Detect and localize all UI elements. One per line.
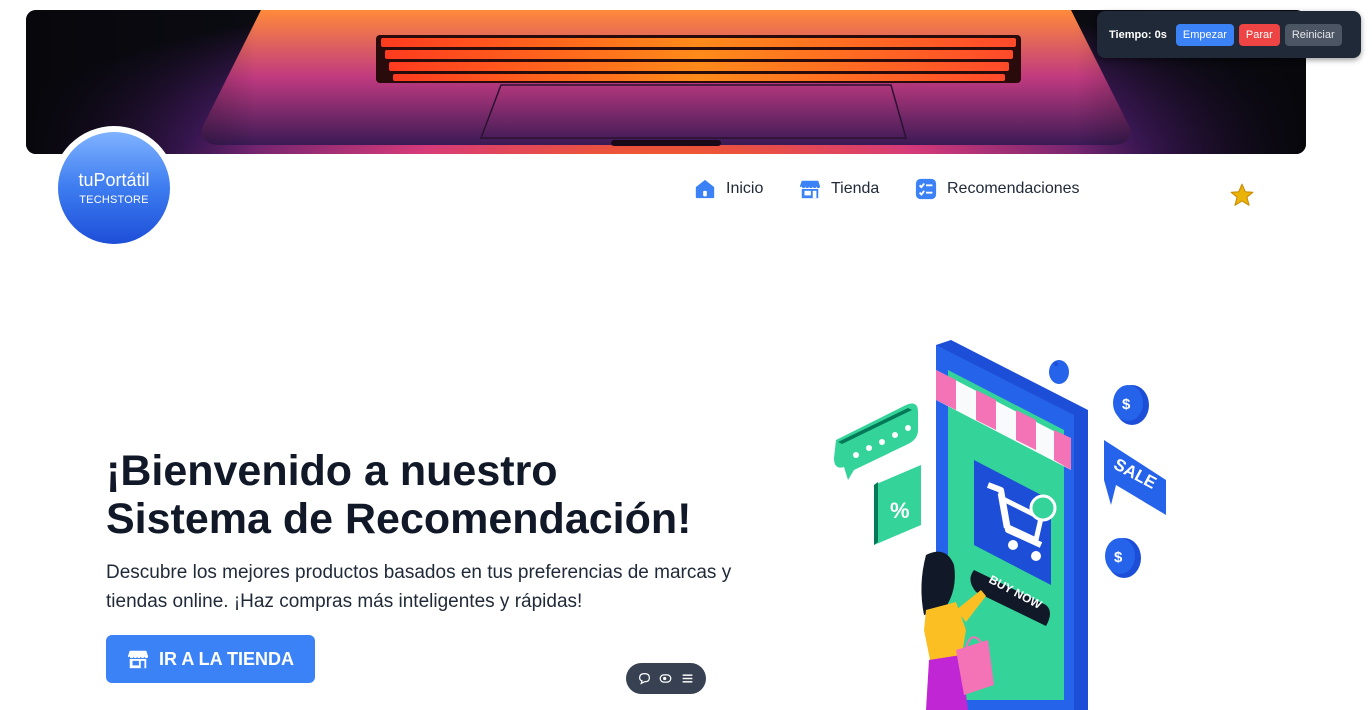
nav-item-tienda[interactable]: Tienda — [799, 178, 879, 200]
timer-widget: Tiempo: 0s Empezar Parar Reiniciar — [1097, 11, 1361, 58]
nav-item-inicio[interactable]: Inicio — [694, 178, 763, 200]
comment-icon[interactable] — [638, 672, 651, 685]
star-icon[interactable] — [1229, 182, 1255, 208]
logo-tagline: TECHSTORE — [79, 194, 149, 206]
dollar-text: $ — [1114, 549, 1123, 566]
nav-item-label: Tienda — [831, 180, 880, 197]
nav-item-label: Recomendaciones — [947, 180, 1080, 197]
title-line-2: Sistema de Recomendación! — [106, 495, 692, 543]
shopping-illustration: BUY NOW % SALE $ $ — [834, 340, 1166, 710]
timer-stop-button[interactable]: Parar — [1238, 23, 1280, 46]
menu-icon[interactable] — [681, 672, 694, 685]
subtitle-line-2: tiendas online. ¡Haz compras más intelig… — [106, 591, 583, 612]
timer-label: Tiempo: 0s — [1109, 28, 1167, 41]
store-icon — [127, 650, 149, 669]
checklist-icon — [915, 178, 937, 200]
eye-icon[interactable] — [659, 672, 672, 685]
page-title: ¡Bienvenido a nuestro Sistema de Recomen… — [106, 447, 806, 543]
nav-item-label: Inicio — [726, 180, 764, 197]
store-icon — [799, 180, 821, 199]
site-logo[interactable]: tuPortátil TECHSTORE — [58, 132, 170, 244]
cta-label: IR A LA TIENDA — [159, 648, 294, 669]
percent-text: % — [890, 498, 910, 523]
floating-toolbar — [626, 663, 706, 694]
go-to-store-button[interactable]: IR A LA TIENDA — [106, 635, 315, 683]
nav-item-recomendaciones[interactable]: Recomendaciones — [915, 178, 1080, 200]
title-line-1: ¡Bienvenido a nuestro — [106, 447, 558, 495]
logo-name: tuPortátil — [78, 170, 150, 190]
subtitle-line-1: Descubre los mejores productos basados e… — [106, 562, 732, 583]
hero-subtitle: Descubre los mejores productos basados e… — [106, 558, 786, 616]
timer-start-button[interactable]: Empezar — [1175, 23, 1234, 46]
home-icon — [695, 179, 715, 199]
timer-reset-button[interactable]: Reiniciar — [1284, 23, 1342, 46]
dollar-text: $ — [1122, 396, 1131, 413]
